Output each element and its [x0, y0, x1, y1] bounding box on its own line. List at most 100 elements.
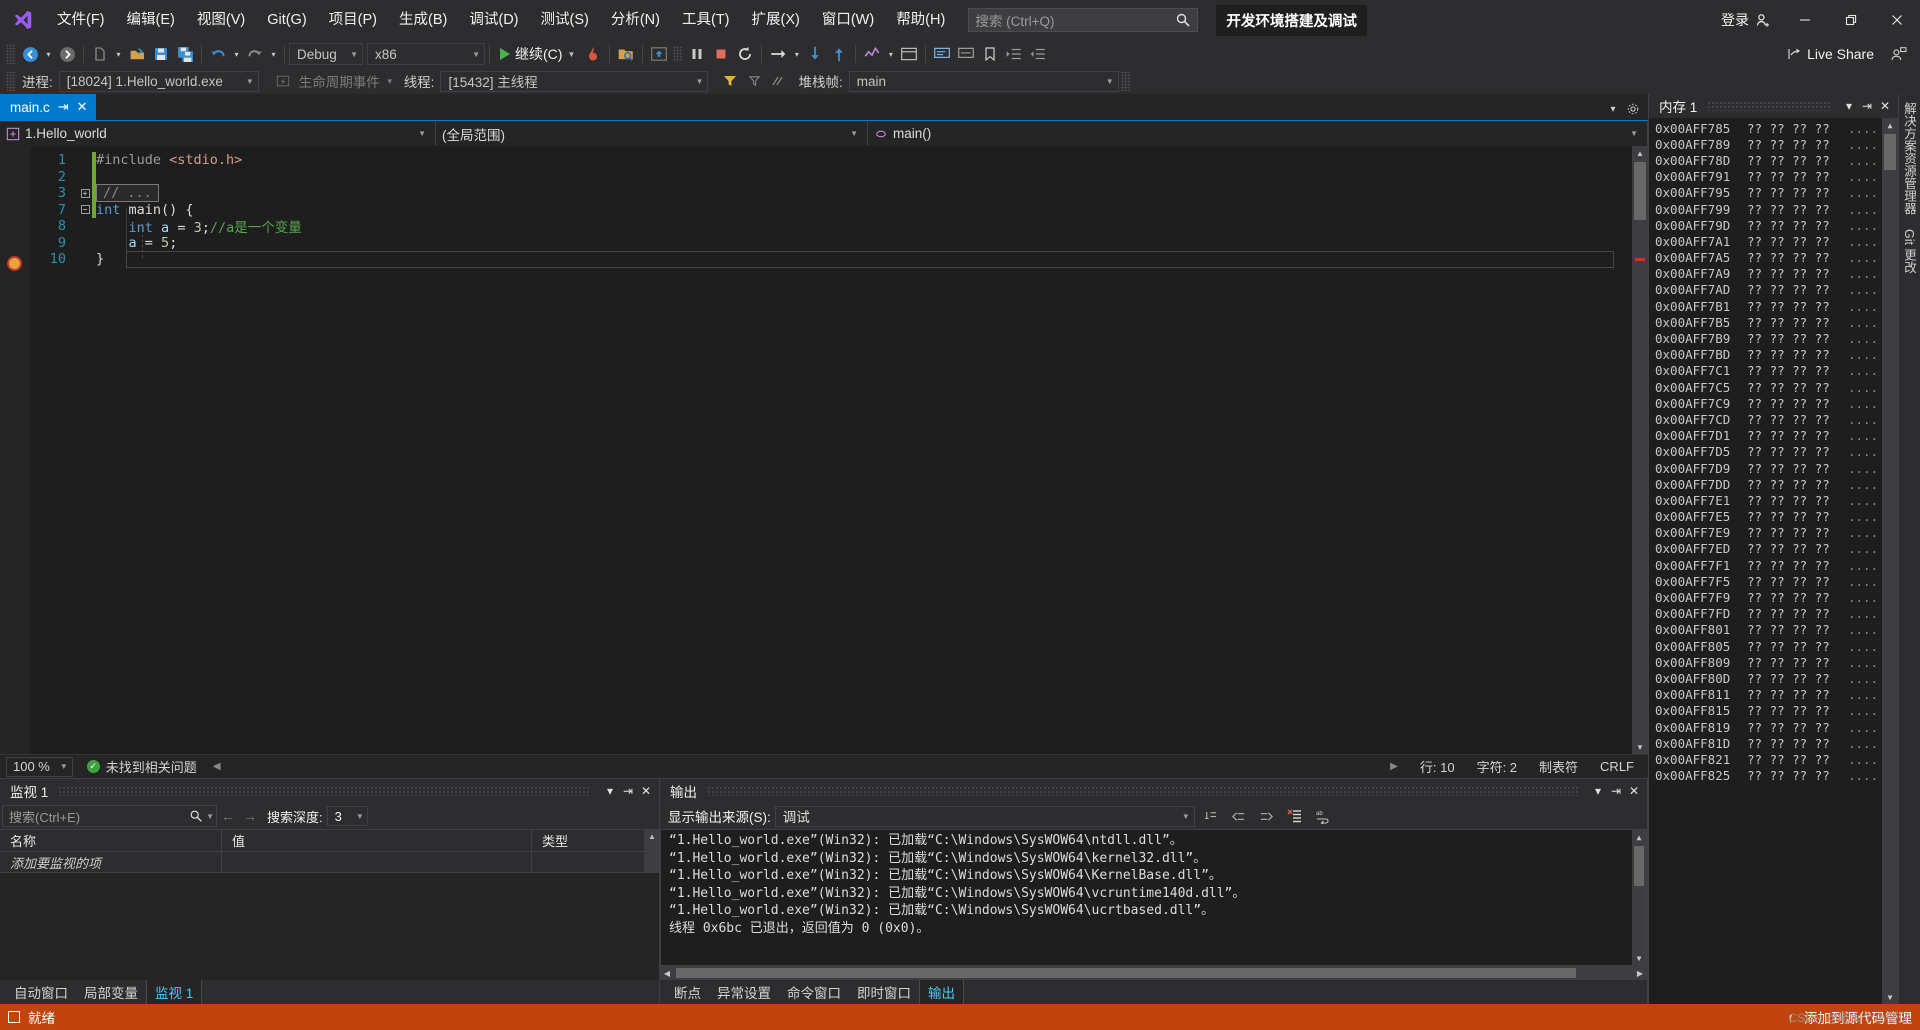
memory-row[interactable]: 0x00AFF7A1 ?? ?? ?? ??.... — [1649, 233, 1882, 249]
continue-button[interactable]: 继续(C) ▼ — [494, 42, 581, 66]
close-icon[interactable]: ✕ — [1876, 96, 1894, 116]
memory-row[interactable]: 0x00AFF7DD ?? ?? ?? ??.... — [1649, 476, 1882, 492]
output-text-area[interactable]: “1.Hello_world.exe”(Win32): 已加载“C:\Windo… — [660, 829, 1647, 966]
memory-row[interactable]: 0x00AFF7AD ?? ?? ?? ??.... — [1649, 282, 1882, 298]
step-over-button[interactable] — [766, 42, 790, 66]
close-icon[interactable]: ✕ — [1625, 781, 1643, 801]
memory-row[interactable]: 0x00AFF79D ?? ?? ?? ??.... — [1649, 217, 1882, 233]
toolbar-grip[interactable] — [6, 71, 16, 91]
scrollbar-thumb[interactable] — [1634, 846, 1644, 886]
rail-item-solution-explorer[interactable]: 解决方案资源管理器 — [1900, 102, 1919, 215]
undo-dropdown[interactable]: ▾ — [230, 42, 243, 66]
filter-button[interactable] — [718, 69, 742, 93]
go-to-next-button[interactable] — [1255, 805, 1279, 827]
chevron-down-icon[interactable]: ▾ — [601, 781, 619, 801]
scroll-right-arrow[interactable]: ▶ — [1633, 966, 1647, 980]
collapsed-region[interactable]: // ... — [96, 184, 159, 203]
drag-dots[interactable] — [1707, 101, 1830, 111]
memory-row[interactable]: 0x00AFF7ED ?? ?? ?? ??.... — [1649, 541, 1882, 557]
rail-item-git-changes[interactable]: Git 更改 — [1900, 229, 1919, 273]
bookmark-button[interactable] — [978, 42, 1002, 66]
memory-row[interactable]: 0x00AFF819 ?? ?? ?? ??.... — [1649, 719, 1882, 735]
memory-row[interactable]: 0x00AFF7A5 ?? ?? ?? ??.... — [1649, 250, 1882, 266]
project-combo[interactable]: 1.Hello_world ▼ — [0, 121, 436, 146]
scroll-down-arrow[interactable]: ▼ — [1632, 951, 1646, 965]
redo-button[interactable] — [243, 42, 267, 66]
memory-row[interactable]: 0x00AFF7F1 ?? ?? ?? ??.... — [1649, 557, 1882, 573]
watch-next-button[interactable]: → — [239, 805, 261, 827]
scroll-left-arrow[interactable]: ◀ — [660, 966, 674, 980]
tab-autos[interactable]: 自动窗口 — [6, 980, 76, 1004]
breakpoint-margin[interactable] — [0, 146, 30, 754]
tab-output[interactable]: 输出 — [919, 979, 964, 1005]
output-horizontal-scrollbar[interactable]: ◀ ▶ — [660, 966, 1647, 980]
toolbar-grip[interactable] — [1120, 71, 1131, 91]
column-header-type[interactable]: 类型 — [532, 830, 645, 851]
active-files-dropdown-icon[interactable]: ▾ — [1604, 98, 1622, 120]
memory-row[interactable]: 0x00AFF7E1 ?? ?? ?? ??.... — [1649, 492, 1882, 508]
break-all-button[interactable] — [685, 42, 709, 66]
memory-row[interactable]: 0x00AFF7E5 ?? ?? ?? ??.... — [1649, 509, 1882, 525]
memory-row[interactable]: 0x00AFF7E9 ?? ?? ?? ??.... — [1649, 525, 1882, 541]
drag-dots[interactable] — [58, 786, 591, 796]
code-line[interactable]: 8 int a = 3;//a是一个变量 — [30, 218, 1632, 236]
navigate-back-button[interactable] — [18, 42, 42, 66]
table-row[interactable]: 添加要监视的项 — [0, 852, 659, 873]
word-wrap-button[interactable]: ab — [1311, 805, 1335, 827]
scroll-up-arrow[interactable]: ▲ — [1632, 146, 1648, 160]
memory-row[interactable]: 0x00AFF7FD ?? ?? ?? ??.... — [1649, 606, 1882, 622]
memory-row[interactable]: 0x00AFF7D5 ?? ?? ?? ??.... — [1649, 444, 1882, 460]
code-line[interactable]: 1 #include <stdio.h> — [30, 152, 1632, 169]
watch-row-value[interactable] — [222, 852, 532, 872]
attach-to-process-button[interactable] — [614, 42, 638, 66]
memory-row[interactable]: 0x00AFF7F5 ?? ?? ?? ??.... — [1649, 573, 1882, 589]
undo-button[interactable] — [206, 42, 230, 66]
indentation-indicator[interactable]: 制表符 — [1539, 757, 1578, 776]
memory-row[interactable]: 0x00AFF809 ?? ?? ?? ??.... — [1649, 654, 1882, 670]
memory-vertical-scrollbar[interactable]: ▲ ▼ — [1882, 118, 1898, 1004]
code-text[interactable]: 1 #include <stdio.h> 2 3 +// ... 7− int main()… — [30, 146, 1632, 754]
memory-row[interactable]: 0x00AFF801 ?? ?? ?? ??.... — [1649, 622, 1882, 638]
diagnostics-button[interactable] — [860, 42, 884, 66]
solution-configuration-combo[interactable]: Debug ▼ — [289, 43, 363, 65]
restart-debugging-button[interactable] — [733, 42, 757, 66]
open-file-button[interactable] — [125, 42, 149, 66]
menu-debug[interactable]: 调试(D) — [458, 0, 529, 40]
gear-icon[interactable] — [1624, 98, 1642, 120]
breakpoint-indicator[interactable] — [7, 256, 22, 271]
flag-button[interactable] — [742, 69, 766, 93]
clear-all-button[interactable] — [1283, 805, 1307, 827]
minimize-button[interactable] — [1782, 0, 1828, 40]
memory-row[interactable]: 0x00AFF7A9 ?? ?? ?? ??.... — [1649, 266, 1882, 282]
pin-icon[interactable]: ⇥ — [58, 99, 69, 115]
scrollbar-thumb[interactable] — [676, 968, 1576, 978]
watch-prev-button[interactable]: ← — [217, 805, 239, 827]
memory-content[interactable]: 0x00AFF785 ?? ?? ?? ??.... 0x00AFF789 ?? ??… — [1649, 118, 1898, 1004]
output-source-combo[interactable]: 调试 ▼ — [774, 805, 1195, 827]
memory-row[interactable]: 0x00AFF7B5 ?? ?? ?? ??.... — [1649, 314, 1882, 330]
chevron-down-icon[interactable]: ▾ — [1589, 781, 1607, 801]
lifecycle-events-button[interactable] — [271, 69, 295, 93]
zoom-combo[interactable]: 100 % ▼ — [6, 756, 73, 777]
menu-view[interactable]: 视图(V) — [186, 0, 256, 40]
send-feedback-button[interactable] — [1886, 42, 1910, 66]
column-header-name[interactable]: 名称 — [0, 830, 222, 851]
toolbar-grip[interactable] — [6, 44, 16, 64]
scroll-down-arrow[interactable]: ▼ — [1882, 990, 1898, 1004]
watch-search-input[interactable]: 搜索(Ctrl+E) ▼ — [2, 805, 217, 827]
memory-row[interactable]: 0x00AFF7C9 ?? ?? ?? ??.... — [1649, 395, 1882, 411]
menu-tools[interactable]: 工具(T) — [671, 0, 741, 40]
windows-layout-button[interactable] — [897, 42, 921, 66]
memory-row[interactable]: 0x00AFF795 ?? ?? ?? ??.... — [1649, 185, 1882, 201]
menu-analyze[interactable]: 分析(N) — [600, 0, 671, 40]
memory-row[interactable]: 0x00AFF811 ?? ?? ?? ??.... — [1649, 687, 1882, 703]
memory-row[interactable]: 0x00AFF7BD ?? ?? ?? ??.... — [1649, 347, 1882, 363]
menu-window[interactable]: 窗口(W) — [811, 0, 885, 40]
solution-platform-combo[interactable]: x86 ▼ — [367, 43, 485, 65]
collapse-outline-icon[interactable]: − — [78, 205, 92, 215]
next-issue-icon[interactable]: ▶ — [1390, 761, 1398, 772]
memory-row[interactable]: 0x00AFF81D ?? ?? ?? ??.... — [1649, 735, 1882, 751]
step-into-button[interactable] — [803, 42, 827, 66]
step-out-button[interactable] — [827, 42, 851, 66]
output-vertical-scrollbar[interactable]: ▲ ▼ — [1632, 830, 1646, 965]
